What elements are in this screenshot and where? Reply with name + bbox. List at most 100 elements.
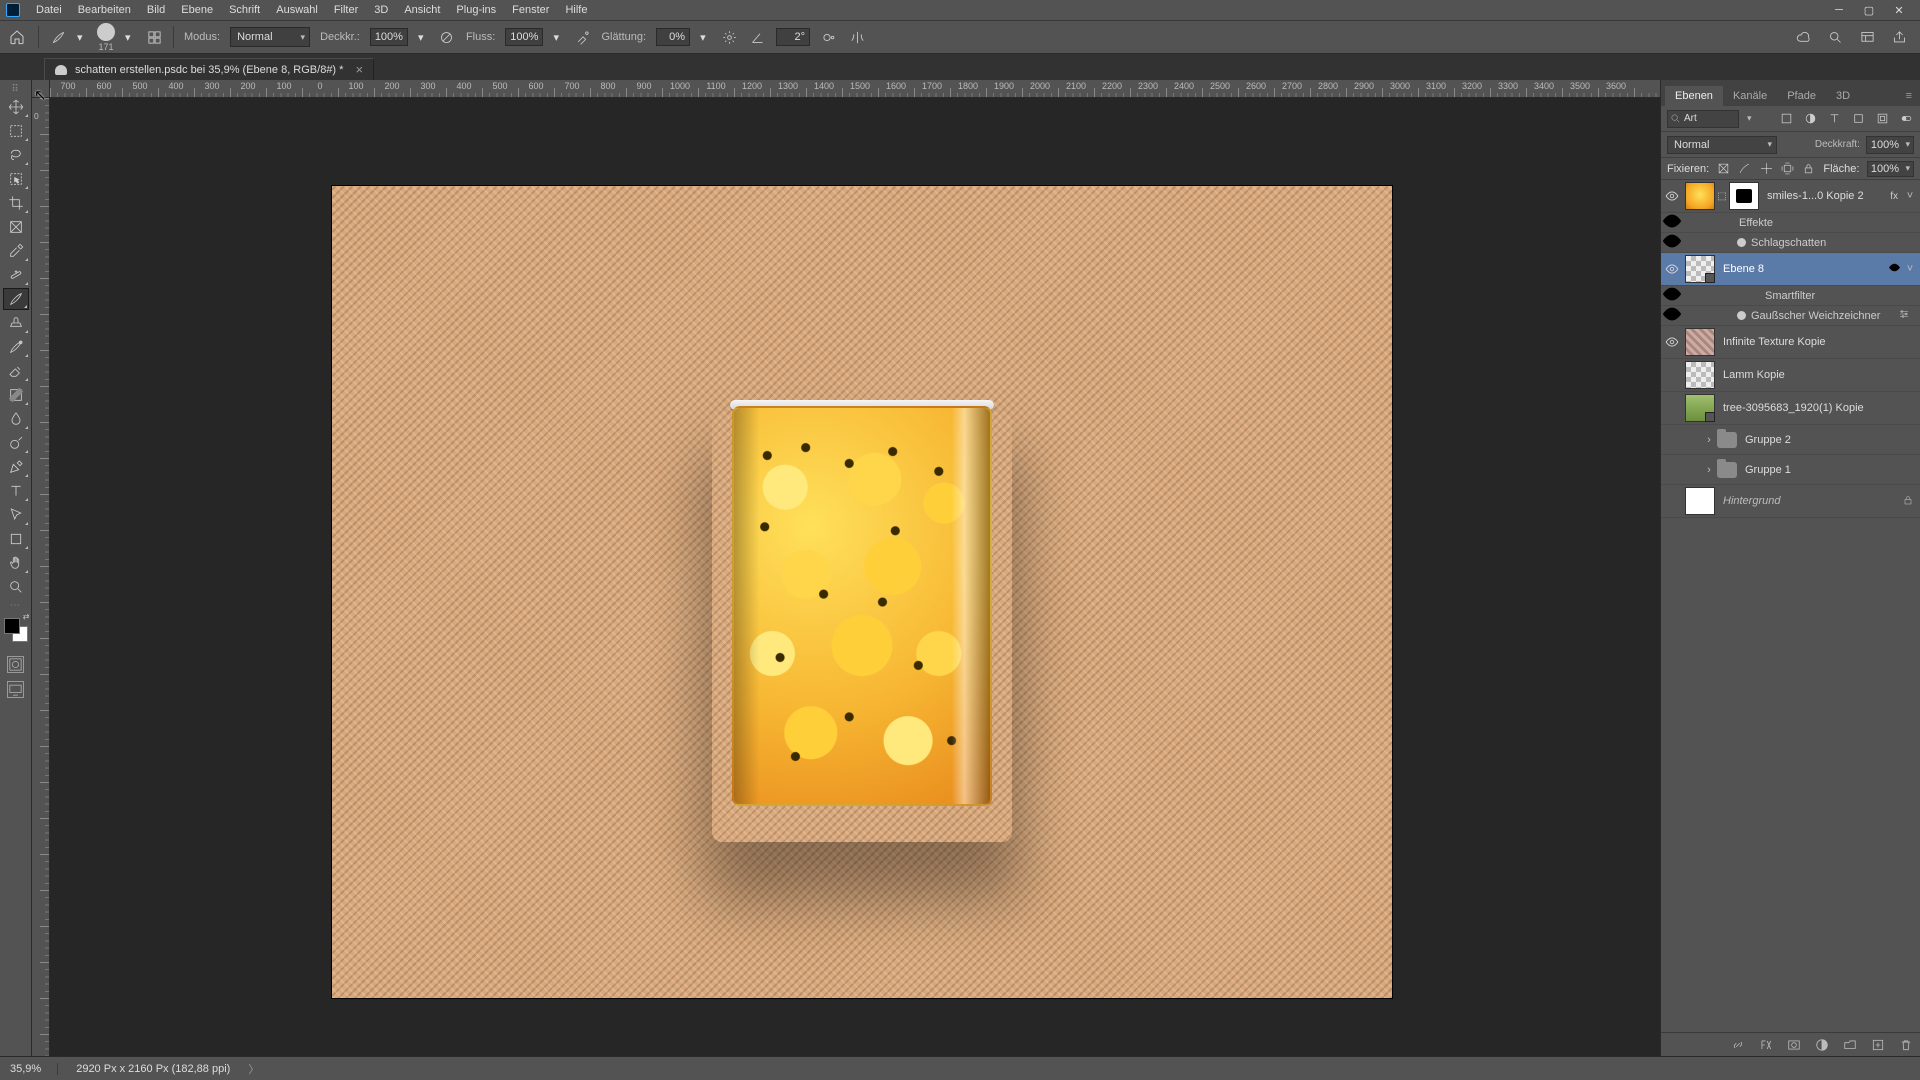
- lock-artboard-icon[interactable]: [1781, 162, 1794, 176]
- visibility-toggle[interactable]: [1661, 262, 1683, 276]
- layer-name[interactable]: Ebene 8: [1717, 263, 1884, 275]
- quick-mask-icon[interactable]: [7, 656, 24, 673]
- canvas-content[interactable]: [332, 186, 1392, 998]
- visibility-toggle[interactable]: [1661, 335, 1683, 349]
- smoothing-value[interactable]: 0%: [656, 28, 690, 46]
- brush-size-preview[interactable]: 171: [97, 23, 115, 52]
- layer-mask-icon[interactable]: [1786, 1037, 1802, 1053]
- angle-icon[interactable]: [748, 28, 766, 46]
- smart-filter-visibility-icon[interactable]: [1886, 261, 1902, 277]
- marquee-tool[interactable]: [3, 120, 29, 142]
- group-expand-icon[interactable]: ›: [1703, 434, 1715, 446]
- share-icon[interactable]: [1890, 28, 1908, 46]
- layers-list[interactable]: ⬚smiles-1...0 Kopie 2fx˅EffekteSchlagsch…: [1661, 180, 1920, 1032]
- canvas-area[interactable]: ↖ 70060050040030020010001002003004005006…: [32, 80, 1660, 1056]
- home-icon[interactable]: [6, 26, 28, 48]
- filter-adjust-icon[interactable]: [1802, 111, 1818, 127]
- gradient-tool[interactable]: [3, 384, 29, 406]
- layer-row[interactable]: ⬚smiles-1...0 Kopie 2fx˅: [1661, 180, 1920, 213]
- visibility-toggle[interactable]: [1661, 303, 1683, 328]
- window-close-button[interactable]: ✕: [1884, 0, 1914, 20]
- menu-plugins[interactable]: Plug-ins: [448, 0, 504, 20]
- swap-colors-icon[interactable]: ⇄: [23, 612, 30, 621]
- new-layer-icon[interactable]: [1870, 1037, 1886, 1053]
- color-swatch[interactable]: ⇄: [4, 618, 28, 642]
- brush-preset-caret[interactable]: ▾: [77, 31, 87, 44]
- layer-thumbnail[interactable]: [1685, 182, 1715, 210]
- lock-position-icon[interactable]: [1760, 162, 1773, 176]
- clone-stamp-tool[interactable]: [3, 312, 29, 334]
- object-select-tool[interactable]: [3, 168, 29, 190]
- panel-tab-3d[interactable]: 3D: [1826, 86, 1860, 106]
- menu-hilfe[interactable]: Hilfe: [557, 0, 595, 20]
- blend-mode-select[interactable]: Normal: [230, 27, 310, 47]
- brush-picker-caret[interactable]: ▾: [125, 31, 135, 44]
- crop-tool[interactable]: [3, 192, 29, 214]
- layer-name[interactable]: Lamm Kopie: [1717, 369, 1916, 381]
- layer-opacity-value[interactable]: 100%: [1866, 136, 1914, 154]
- layer-thumbnail[interactable]: [1685, 255, 1715, 283]
- vertical-ruler[interactable]: 0: [32, 98, 50, 1056]
- filter-pixel-icon[interactable]: [1778, 111, 1794, 127]
- filter-blend-icon[interactable]: [1898, 308, 1916, 323]
- flow-value[interactable]: 100%: [505, 28, 543, 46]
- layer-expand-icon[interactable]: ˅: [1904, 190, 1916, 202]
- opacity-value[interactable]: 100%: [370, 28, 408, 46]
- flow-caret[interactable]: ▾: [553, 31, 563, 44]
- hand-tool[interactable]: [3, 552, 29, 574]
- toolbar-grip[interactable]: ⠿: [3, 84, 29, 94]
- menu-ansicht[interactable]: Ansicht: [396, 0, 448, 20]
- menu-fenster[interactable]: Fenster: [504, 0, 557, 20]
- layer-thumbnail[interactable]: [1685, 394, 1715, 422]
- filter-toggle[interactable]: [1898, 111, 1914, 127]
- move-tool[interactable]: [3, 96, 29, 118]
- document-tab[interactable]: schatten erstellen.psdc bei 35,9% (Ebene…: [44, 58, 374, 80]
- angle-value[interactable]: 2°: [776, 28, 810, 46]
- shape-tool[interactable]: [3, 528, 29, 550]
- foreground-color[interactable]: [4, 618, 20, 634]
- workspace-icon[interactable]: [1858, 28, 1876, 46]
- menu-bearbeiten[interactable]: Bearbeiten: [70, 0, 139, 20]
- pressure-opacity-icon[interactable]: [438, 28, 456, 46]
- menu-3d[interactable]: 3D: [366, 0, 396, 20]
- search-icon[interactable]: [1826, 28, 1844, 46]
- brush-settings-icon[interactable]: [145, 28, 163, 46]
- menu-auswahl[interactable]: Auswahl: [268, 0, 326, 20]
- panel-tab-ebenen[interactable]: Ebenen: [1665, 86, 1723, 106]
- layer-expand-icon[interactable]: ˅: [1904, 263, 1916, 275]
- edit-toolbar[interactable]: ⋯: [3, 600, 29, 610]
- group-layers-icon[interactable]: [1842, 1037, 1858, 1053]
- layer-sub-item[interactable]: Schlagschatten: [1661, 233, 1920, 253]
- panel-tab-pfade[interactable]: Pfade: [1777, 86, 1826, 106]
- layer-row[interactable]: Hintergrund: [1661, 485, 1920, 518]
- smoothing-options-icon[interactable]: [720, 28, 738, 46]
- status-menu-caret[interactable]: 〉: [248, 1061, 259, 1077]
- cloud-docs-icon[interactable]: [1794, 28, 1812, 46]
- layer-name[interactable]: Infinite Texture Kopie: [1717, 336, 1916, 348]
- layer-filter-type[interactable]: [1667, 110, 1739, 128]
- panel-menu-icon[interactable]: ≡: [1902, 86, 1916, 106]
- filter-smart-icon[interactable]: [1874, 111, 1890, 127]
- brush-tool[interactable]: [3, 288, 29, 310]
- link-layers-icon[interactable]: [1730, 1037, 1746, 1053]
- filter-shape-icon[interactable]: [1850, 111, 1866, 127]
- layer-filter-caret[interactable]: ▾: [1747, 113, 1752, 124]
- visibility-toggle[interactable]: [1661, 230, 1683, 255]
- zoom-tool[interactable]: [3, 576, 29, 598]
- fill-value[interactable]: 100%: [1867, 161, 1914, 177]
- layer-filter-input[interactable]: [1684, 113, 1722, 124]
- mask-link-icon[interactable]: ⬚: [1717, 191, 1727, 202]
- airbrush-icon[interactable]: [573, 28, 591, 46]
- status-zoom[interactable]: 35,9%: [10, 1063, 58, 1075]
- layer-row[interactable]: ›Gruppe 2: [1661, 425, 1920, 455]
- menu-ebene[interactable]: Ebene: [173, 0, 221, 20]
- type-tool[interactable]: [3, 480, 29, 502]
- eyedropper-tool[interactable]: [3, 240, 29, 262]
- adjustment-layer-icon[interactable]: [1814, 1037, 1830, 1053]
- layer-thumbnail[interactable]: [1729, 182, 1759, 210]
- menu-datei[interactable]: Datei: [28, 0, 70, 20]
- layer-sub-item[interactable]: Gaußscher Weichzeichner: [1661, 306, 1920, 326]
- visibility-toggle[interactable]: [1661, 189, 1683, 203]
- brush-tool-icon[interactable]: [49, 28, 67, 46]
- history-brush-tool[interactable]: [3, 336, 29, 358]
